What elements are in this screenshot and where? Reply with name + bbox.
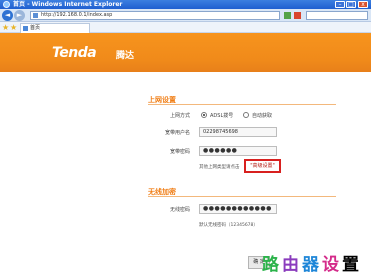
watermark-char: 路 [262,255,282,275]
window-titlebar: 首页 - Windows Internet Explorer – □ x [0,0,371,9]
wireless-password-field[interactable]: ●●●●●●●●●●●● [199,204,277,214]
section-divider [148,104,336,105]
username-field[interactable]: 02298745698 [199,127,277,137]
window-title: 首页 - Windows Internet Explorer [13,1,123,8]
tenda-logo-chinese: 腾达 [116,51,135,61]
favorites-star-icon[interactable]: ★ [2,23,9,32]
tab-home[interactable]: 首页 [20,23,90,33]
watermark-char: 由 [282,255,302,275]
search-input[interactable] [306,11,368,20]
settings-panel: 上网设置 上网方式 ADSL拨号 自动获取 宽带用户名 02298745698 … [0,72,371,277]
watermark-char: 器 [302,255,322,275]
tab-page-icon [23,26,28,31]
tenda-logo: Tenda [52,45,97,61]
password-label: 宽带密码 [169,149,190,155]
adsl-radio[interactable] [201,112,207,118]
close-button[interactable]: x [358,1,368,8]
other-types-note: 其他上网类型请点击 [199,165,240,170]
address-input[interactable]: http://192.168.0.1/index.asp [30,11,280,20]
maximize-button[interactable]: □ [346,1,356,8]
advanced-settings-link[interactable]: "高级设置" [244,159,281,173]
stop-icon[interactable] [294,12,301,19]
tab-label: 首页 [30,25,41,31]
minimize-button[interactable]: – [335,1,345,8]
address-toolbar: ◄ ► http://192.168.0.1/index.asp [0,9,371,22]
wireless-password-label: 无线密码 [169,207,190,213]
ie-logo-icon [3,1,10,8]
watermark-char: 置 [342,255,362,275]
username-label: 宽带用户名 [164,130,190,136]
section-divider [148,196,336,197]
tab-bar: ★ ★ 首页 [0,22,371,33]
brand-header: Tenda 腾达 [0,33,371,72]
url-text: http://192.168.0.1/index.asp [41,12,113,18]
watermark-char: 设 [322,255,342,275]
default-password-note: 默认无线密码（12345678） [199,223,258,228]
back-button[interactable]: ◄ [2,10,13,21]
forward-button[interactable]: ► [14,10,25,21]
dhcp-radio[interactable] [243,112,249,118]
refresh-icon[interactable] [284,12,291,19]
page-icon [33,13,38,18]
adsl-radio-label: ADSL拨号 [210,113,234,119]
watermark: 路由器设置 [262,250,362,275]
password-field[interactable]: ●●●●●● [199,146,277,156]
dhcp-radio-label: 自动获取 [252,113,273,119]
add-favorites-icon[interactable]: ★ [10,23,17,32]
connection-mode-label: 上网方式 [169,113,190,119]
